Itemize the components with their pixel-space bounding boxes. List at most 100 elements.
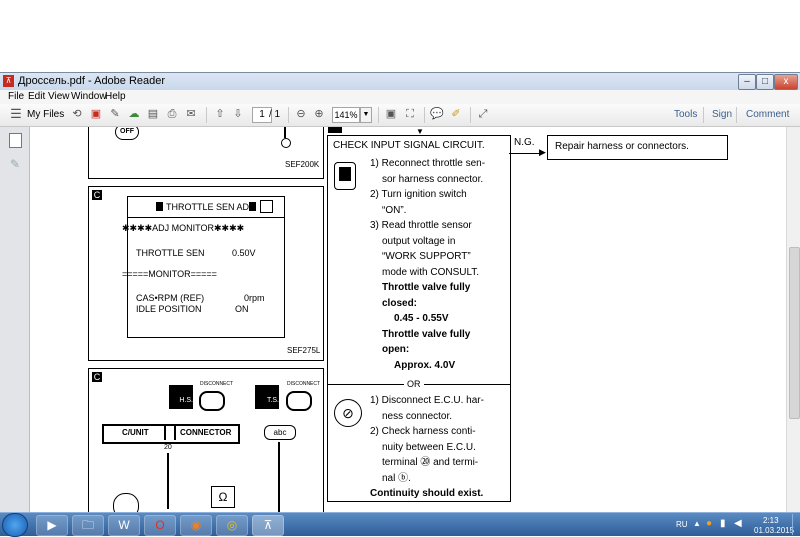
figure-badge: C xyxy=(92,372,102,382)
menu-help[interactable]: Help xyxy=(105,91,126,102)
hamburger-icon[interactable]: ☰ xyxy=(9,107,23,121)
cas-rpm-value: 0rpm xyxy=(244,293,265,303)
pages-icon[interactable] xyxy=(9,133,22,148)
throttle-sen-label: THROTTLE SEN xyxy=(136,248,205,258)
step-line: nal ⓑ. xyxy=(382,472,411,484)
spec-line: open: xyxy=(382,344,410,355)
hand-icon xyxy=(113,493,139,513)
sign-link[interactable]: Sign xyxy=(712,109,732,120)
network-icon[interactable]: ▮ xyxy=(720,518,726,529)
volume-icon[interactable]: ◀ xyxy=(734,518,742,529)
step-line: 2) Check harness conti- xyxy=(370,426,476,437)
zoom-input[interactable]: 141% xyxy=(332,107,360,123)
step-line: mode with CONSULT. xyxy=(382,266,480,278)
show-desktop-button[interactable] xyxy=(792,514,800,535)
scrollbar-thumb[interactable] xyxy=(789,247,800,419)
step-line: “WORK SUPPORT” xyxy=(382,251,471,262)
menu-view[interactable]: View xyxy=(48,91,70,102)
idle-position-value: ON xyxy=(235,304,249,314)
reader-window: ⊼ Дроссель.pdf - Adobe Reader – □ x File… xyxy=(0,72,800,513)
adobe-reader-icon[interactable]: ⊼ xyxy=(252,515,284,536)
menu-window[interactable]: Window xyxy=(71,91,107,102)
abc-connector: abc xyxy=(264,425,296,440)
title-bar[interactable]: ⊼ Дроссель.pdf - Adobe Reader – □ x xyxy=(0,73,800,90)
chevron-down-icon[interactable]: ▼ xyxy=(360,107,372,123)
open-voltage: Approx. 4.0V xyxy=(394,359,456,371)
step-line: 1) Disconnect E.C.U. har- xyxy=(370,395,484,406)
taskbar: ▶ 🗀 W O ◉ ◎ ⊼ RU ▲ ● ▮ ◀ 2:13 01.03.2015 xyxy=(0,512,800,537)
windows-start-icon[interactable] xyxy=(2,513,28,537)
spec-line: Throttle valve fully xyxy=(382,328,471,340)
closed-voltage: 0.45 - 0.55V xyxy=(394,313,449,324)
throttle-sen-value: 0.50V xyxy=(232,248,256,258)
no-ignition-icon: ⊘ xyxy=(334,399,362,427)
tray-app-icon[interactable]: ● xyxy=(706,518,712,529)
alt-steps: 1) Disconnect E.C.U. har- ness connector… xyxy=(370,393,510,502)
cloud-upload-icon[interactable]: ☁ xyxy=(127,107,141,121)
attachment-icon[interactable]: ✎ xyxy=(10,157,20,171)
media-center-icon[interactable]: ▶ xyxy=(36,515,68,536)
figure-label: SEF200K xyxy=(285,160,320,169)
opera-icon[interactable]: O xyxy=(144,515,176,536)
toolbar: ☰ My Files ⟲ ▣ ✎ ☁ ▤ ⎙ ✉ ⇧ ⇩ 1 / 1 ⊖ ⊕ 1… xyxy=(0,104,800,127)
window-title: Дроссель.pdf - Adobe Reader xyxy=(18,75,166,87)
spec-line: Throttle valve fully xyxy=(382,282,471,293)
language-indicator[interactable]: RU xyxy=(676,520,688,529)
comment-link[interactable]: Comment xyxy=(746,109,789,120)
open-icon[interactable]: ⟲ xyxy=(70,107,84,121)
menu-bar: File Edit View Window Help xyxy=(0,90,800,104)
zoom-in-icon[interactable]: ⊕ xyxy=(312,107,326,121)
minimize-button[interactable]: – xyxy=(738,74,756,90)
consult-device-icon xyxy=(334,162,356,190)
hs-connector-icon: H.S. xyxy=(169,385,193,409)
comment-icon[interactable]: 💬 xyxy=(430,107,444,121)
step-line: terminal ⑳ and termi- xyxy=(382,457,479,468)
arrow-right-icon: ▶ xyxy=(539,147,546,157)
page-down-icon[interactable]: ⇩ xyxy=(231,107,245,121)
document-view: OFF SEF200K C THROTTLE SEN ADJ ✱✱✱✱ADJ M… xyxy=(30,127,785,513)
highlight-icon[interactable]: ✐ xyxy=(449,107,463,121)
probe-lead xyxy=(278,442,280,512)
off-switch-icon: OFF xyxy=(115,127,139,140)
expand-icon[interactable]: ⤢ xyxy=(476,107,490,121)
step-line: 1) Reconnect throttle sen- xyxy=(370,158,486,169)
idle-position-label: IDLE POSITION xyxy=(136,304,202,314)
clock-time[interactable]: 2:13 xyxy=(763,516,779,525)
folder-icon[interactable]: 🗀 xyxy=(72,515,104,536)
my-files-button[interactable]: My Files xyxy=(27,109,64,120)
step-line: output voltage in xyxy=(382,235,456,247)
chrome-icon[interactable]: ◎ xyxy=(216,515,248,536)
spec-line: closed: xyxy=(382,297,418,309)
maximize-button[interactable]: □ xyxy=(756,74,774,90)
tray-arrow-icon[interactable]: ▲ xyxy=(693,519,701,528)
zoom-out-icon[interactable]: ⊖ xyxy=(294,107,308,121)
plug-icon xyxy=(286,391,312,411)
close-button[interactable]: x xyxy=(774,74,798,90)
create-pdf-icon[interactable]: ▣ xyxy=(89,107,103,121)
email-icon[interactable]: ✉ xyxy=(184,107,198,121)
ng-label: N.G. xyxy=(514,137,535,148)
clock-date[interactable]: 01.03.2015 xyxy=(754,526,794,535)
ohmmeter-icon: Ω xyxy=(211,486,235,508)
vertical-scrollbar[interactable] xyxy=(786,127,800,513)
menu-edit[interactable]: Edit xyxy=(28,91,45,102)
edit-icon[interactable]: ✎ xyxy=(108,107,122,121)
menu-file[interactable]: File xyxy=(8,91,24,102)
firefox-icon[interactable]: ◉ xyxy=(180,515,212,536)
page-total: / 1 xyxy=(269,109,281,120)
page-up-icon[interactable]: ⇧ xyxy=(213,107,227,121)
check-title: CHECK INPUT SIGNAL CIRCUIT. xyxy=(333,140,485,151)
tools-link[interactable]: Tools xyxy=(674,109,697,120)
save-icon[interactable]: ▤ xyxy=(146,107,160,121)
ts-connector-icon: T.S. xyxy=(255,385,279,409)
figure-box-top: OFF SEF200K xyxy=(88,127,324,179)
print-icon[interactable]: ⎙ xyxy=(165,107,179,121)
fit-page-icon[interactable]: ▣ xyxy=(384,107,398,121)
fit-width-icon[interactable]: ⛶ xyxy=(403,107,417,121)
cunit-label: C/UNIT xyxy=(122,428,149,437)
pin-number: 20 xyxy=(164,444,172,451)
word-icon[interactable]: W xyxy=(108,515,140,536)
disconnect-label: DISCONNECT xyxy=(200,381,234,387)
step-line: sor harness connector. xyxy=(382,173,484,185)
probe-icon xyxy=(281,138,291,148)
